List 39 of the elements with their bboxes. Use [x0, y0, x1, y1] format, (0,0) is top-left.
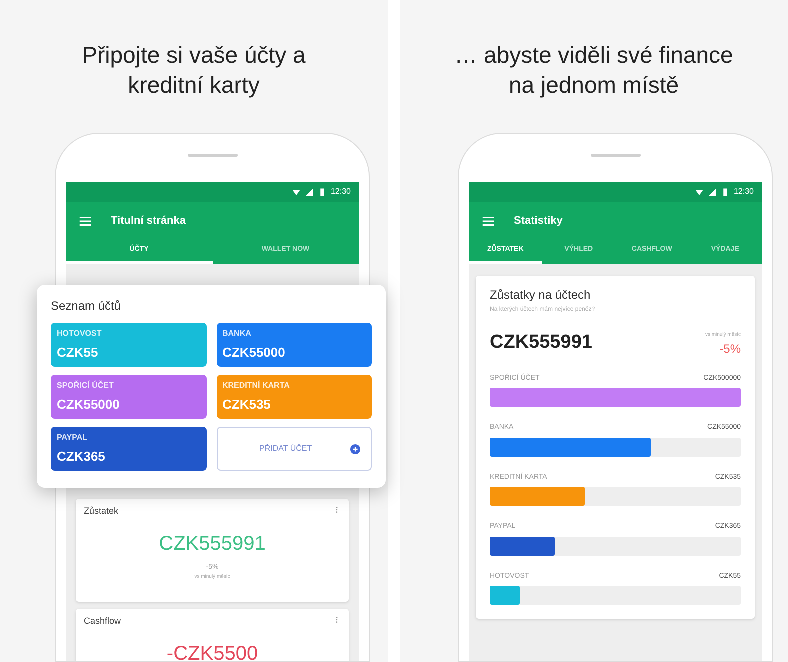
speaker-grille	[590, 154, 640, 157]
status-time: 12:30	[734, 186, 754, 198]
account-amount: CZK55	[57, 344, 100, 362]
app-title: Statistiky	[514, 214, 563, 229]
account-label: HOTOVOST	[57, 328, 103, 340]
account-tile[interactable]: SPOŘICÍ ÚČET CZK55000	[51, 375, 206, 419]
balance-value: CZK555991	[159, 532, 266, 556]
total-balance: CZK555991	[490, 331, 592, 355]
battery-icon	[318, 188, 327, 196]
account-label: KREDITNÍ KARTA	[222, 380, 291, 392]
wifi-icon	[694, 188, 704, 196]
app-title: Titulní stránka	[111, 214, 186, 229]
card-title: Zůstatky na účtech	[490, 287, 592, 304]
account-tile[interactable]: KREDITNÍ KARTA CZK535	[216, 375, 372, 419]
plus-icon	[350, 444, 361, 454]
account-amount: CZK535	[222, 396, 272, 414]
card-title: Zůstatek	[84, 505, 119, 518]
account-label: SPOŘICÍ ÚČET	[57, 380, 115, 392]
headline: Připojte si vaše účty a kreditní karty	[81, 41, 307, 100]
account-label: PAYPAL	[57, 432, 89, 444]
popup-title: Seznam účtů	[51, 298, 122, 315]
change-percent: -5%	[720, 340, 741, 358]
account-tile[interactable]: PAYPAL CZK365	[51, 427, 206, 471]
account-amount: CZK55000	[57, 396, 121, 414]
status-time: 12:30	[330, 186, 351, 198]
wifi-icon	[292, 188, 301, 196]
signal-icon	[708, 188, 717, 196]
headline: … abyste viděli své finance na jednom místě	[454, 41, 734, 100]
account-amount: CZK55000	[222, 344, 286, 362]
signal-icon	[304, 188, 314, 196]
speaker-grille	[188, 154, 238, 157]
account-amount: CZK365	[57, 448, 106, 466]
account-tile[interactable]: BANKA CZK55000	[216, 323, 372, 367]
account-tile[interactable]: HOTOVOST CZK55	[51, 323, 206, 367]
account-label: BANKA	[222, 328, 252, 340]
add-account-button[interactable]: PŘIDAT ÚČET	[216, 427, 372, 471]
battery-icon	[720, 188, 730, 196]
balance-value: -CZK5500	[166, 642, 258, 661]
card-title: Cashflow	[84, 615, 122, 628]
